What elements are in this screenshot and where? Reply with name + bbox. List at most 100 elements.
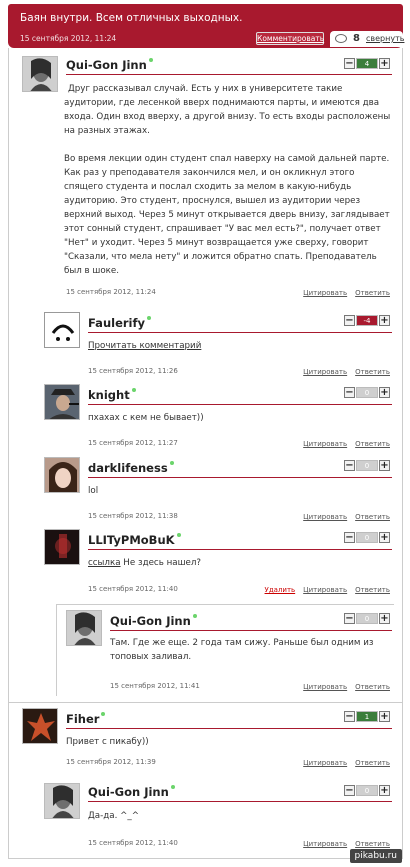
online-indicator xyxy=(131,388,136,392)
comment-date: 15 сентября 2012, 11:40 xyxy=(88,585,178,593)
divider xyxy=(88,332,392,333)
rating-value: 1 xyxy=(356,711,378,722)
rating-value: 0 xyxy=(356,785,378,796)
minus-button[interactable]: − xyxy=(344,58,355,69)
avatar[interactable] xyxy=(44,312,80,348)
comment-text: пхахах с кем не бывает)) xyxy=(88,413,204,423)
reply-link[interactable]: Ответить xyxy=(355,840,390,848)
read-comment-link[interactable]: Прочитать комментарий xyxy=(88,339,201,353)
plus-button[interactable]: + xyxy=(379,532,390,543)
post-date: 15 сентября 2012, 11:24 xyxy=(20,34,117,43)
delete-link[interactable]: Удалить xyxy=(265,586,296,594)
online-indicator xyxy=(101,712,106,716)
plus-button[interactable]: + xyxy=(379,785,390,796)
avatar[interactable] xyxy=(44,457,80,493)
divider xyxy=(88,404,392,405)
post-title: Баян внутри. Всем отличных выходных. xyxy=(20,12,243,24)
quote-link[interactable]: Цитировать xyxy=(303,513,347,521)
online-indicator xyxy=(170,785,175,789)
author-name[interactable]: Qui-Gon Jinn xyxy=(88,785,175,799)
minus-button[interactable]: − xyxy=(344,460,355,471)
plus-button[interactable]: + xyxy=(379,387,390,398)
rating-control: − 1 + xyxy=(344,711,390,722)
comment-actions: Цитировать Ответить xyxy=(295,289,390,297)
quote-link[interactable]: Цитировать xyxy=(303,368,347,376)
avatar[interactable] xyxy=(22,56,58,92)
comment-text: Да-да. ^_^ xyxy=(88,811,140,821)
rating-control: − 0 + xyxy=(344,785,390,796)
quote-link[interactable]: Цитировать xyxy=(303,683,347,691)
quote-link[interactable]: Цитировать xyxy=(303,586,347,594)
comment-date: 15 сентября 2012, 11:26 xyxy=(88,367,178,375)
quote-link[interactable]: Цитировать xyxy=(303,289,347,297)
quote-link[interactable]: Цитировать xyxy=(303,840,347,848)
avatar[interactable] xyxy=(44,529,80,565)
comment: LLITyPMoBuK − 0 + ссылка Не здесь нашел?… xyxy=(44,529,394,599)
reply-link[interactable]: Ответить xyxy=(355,586,390,594)
comment: Qui-Gon Jinn − 4 + Друг рассказывал случ… xyxy=(22,56,394,306)
online-indicator xyxy=(176,533,181,537)
plus-button[interactable]: + xyxy=(379,460,390,471)
divider xyxy=(88,549,392,550)
comment-text: lol xyxy=(88,486,99,496)
post-header: Баян внутри. Всем отличных выходных. 15 … xyxy=(8,4,404,48)
avatar[interactable] xyxy=(44,783,80,819)
online-indicator xyxy=(146,316,151,320)
plus-button[interactable]: + xyxy=(379,613,390,624)
plus-button[interactable]: + xyxy=(379,711,390,722)
comment-actions: Удалить Цитировать Ответить xyxy=(257,586,390,594)
author-name[interactable]: Qui-Gon Jinn xyxy=(66,58,153,72)
comment-button[interactable]: Комментировать xyxy=(256,32,324,45)
comment: knight − 0 + пхахах с кем не бывает)) 15… xyxy=(44,384,394,454)
online-indicator xyxy=(192,614,197,618)
rating-value: 4 xyxy=(356,58,378,69)
quote-link[interactable]: Цитировать xyxy=(303,759,347,767)
plus-button[interactable]: + xyxy=(379,315,390,326)
comment: Fiher − 1 + Привет с пикабу)) 15 сентябр… xyxy=(22,708,394,774)
author-name[interactable]: knight xyxy=(88,388,136,402)
rating-value: 0 xyxy=(356,460,378,471)
rating-control: − -4 + xyxy=(344,315,390,326)
rating-control: − 0 + xyxy=(344,613,390,624)
minus-button[interactable]: − xyxy=(344,532,355,543)
plus-button[interactable]: + xyxy=(379,58,390,69)
reply-link[interactable]: Ответить xyxy=(355,513,390,521)
minus-button[interactable]: − xyxy=(344,785,355,796)
quote-link[interactable]: Цитировать xyxy=(303,440,347,448)
comment-actions: Цитировать Ответить xyxy=(295,440,390,448)
author-name[interactable]: Faulerify xyxy=(88,316,151,330)
collapse-link[interactable]: свернуть xyxy=(366,34,404,43)
comment-actions: Цитировать Ответить xyxy=(295,840,390,848)
reply-link[interactable]: Ответить xyxy=(355,368,390,376)
comment-text: Там. Где же еще. 2 года там сижу. Раньше… xyxy=(110,638,374,662)
reply-link[interactable]: Ответить xyxy=(355,683,390,691)
thread-line xyxy=(56,604,394,605)
author-name[interactable]: Fiher xyxy=(66,712,106,726)
author-name[interactable]: LLITyPMoBuK xyxy=(88,533,181,547)
minus-button[interactable]: − xyxy=(344,315,355,326)
reply-link[interactable]: Ответить xyxy=(355,440,390,448)
rating-value: -4 xyxy=(356,315,378,326)
author-name[interactable]: Qui-Gon Jinn xyxy=(110,614,197,628)
thread-separator xyxy=(8,702,403,703)
avatar[interactable] xyxy=(66,610,102,646)
minus-button[interactable]: − xyxy=(344,711,355,722)
author-name[interactable]: darklifeness xyxy=(88,461,174,475)
link[interactable]: ссылка xyxy=(88,558,121,568)
comment-text: Друг рассказывал случай. Есть у них в ун… xyxy=(64,84,391,136)
minus-button[interactable]: − xyxy=(344,613,355,624)
rating-value: 0 xyxy=(356,613,378,624)
divider xyxy=(66,728,392,729)
comment: Faulerify − -4 + Прочитать комментарий 1… xyxy=(44,312,394,382)
minus-button[interactable]: − xyxy=(344,387,355,398)
comment-bubble-icon xyxy=(335,34,347,43)
comment-date: 15 сентября 2012, 11:27 xyxy=(88,439,178,447)
reply-link[interactable]: Ответить xyxy=(355,289,390,297)
comment-count: 8 xyxy=(353,33,360,44)
avatar[interactable] xyxy=(22,708,58,744)
comment-date: 15 сентября 2012, 11:24 xyxy=(66,288,156,296)
comment: Qui-Gon Jinn − 0 + Там. Где же еще. 2 го… xyxy=(66,610,394,696)
watermark: pikabu.ru xyxy=(349,849,402,863)
avatar[interactable] xyxy=(44,384,80,420)
reply-link[interactable]: Ответить xyxy=(355,759,390,767)
